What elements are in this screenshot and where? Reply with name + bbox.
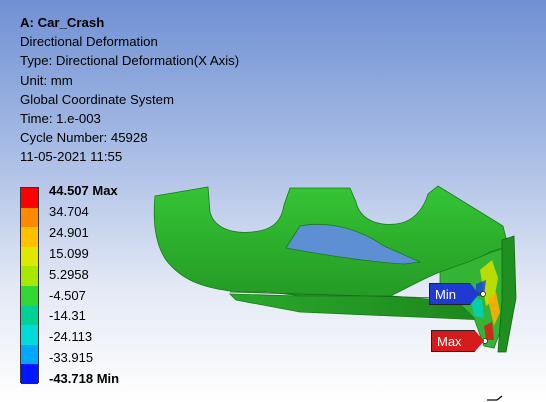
min-probe-label[interactable]: Min	[429, 283, 479, 305]
axis-triad-fragment	[487, 395, 503, 401]
graphics-viewport[interactable]: A: Car_Crash Directional Deformation Typ…	[0, 0, 546, 402]
min-probe-point	[480, 291, 486, 297]
max-probe-label[interactable]: Max	[431, 330, 484, 352]
